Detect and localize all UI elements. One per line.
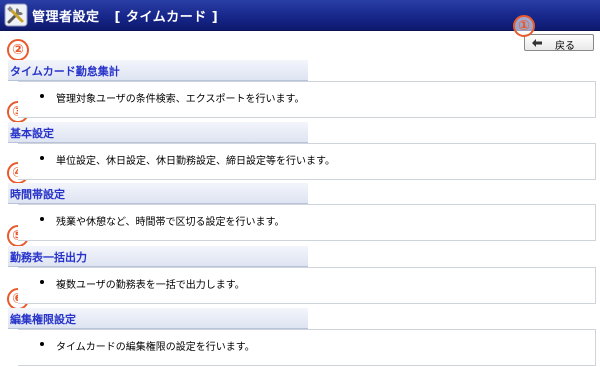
page-title-text: 管理者設定	[32, 10, 100, 25]
header-bar: 管理者設定 [ タイムカード ]	[0, 0, 600, 31]
bullet-icon	[40, 94, 44, 98]
section-description: 複数ユーザの勤務表を一括で出力します。	[56, 280, 245, 291]
annotation-2: ②	[7, 39, 29, 61]
section-body-bulk-output: 複数ユーザの勤務表を一括で出力します。	[18, 267, 596, 304]
back-button-label: 戻る	[555, 41, 575, 52]
bullet-icon	[40, 280, 44, 284]
link-edit-permissions[interactable]: 編集権限設定	[10, 311, 76, 327]
section-description: タイムカードの編集権限の設定を行います。	[56, 342, 255, 353]
section-body-basic-settings: 単位設定、休日設定、休日勤務設定、締日設定等を行います。	[18, 143, 596, 180]
section-header-basic-settings: 基本設定	[8, 122, 308, 143]
bullet-icon	[40, 156, 44, 160]
section-description: 単位設定、休日設定、休日勤務設定、締日設定等を行います。	[56, 156, 335, 167]
bullet-icon	[40, 342, 44, 346]
back-button[interactable]: 戻る	[524, 34, 594, 52]
section-header-edit-permissions: 編集権限設定	[8, 308, 308, 329]
section-header-time-slot-settings: 時間帯設定	[8, 183, 308, 204]
page-title: 管理者設定 [ タイムカード ]	[32, 6, 218, 25]
section-header-attendance-summary: タイムカード勤怠集計	[8, 60, 308, 81]
annotation-1: ①	[513, 15, 535, 37]
link-basic-settings[interactable]: 基本設定	[10, 125, 54, 141]
link-attendance-summary[interactable]: タイムカード勤怠集計	[10, 63, 120, 79]
page-subtitle: [ タイムカード ]	[114, 10, 219, 25]
link-time-slot-settings[interactable]: 時間帯設定	[10, 186, 65, 202]
back-arrow-icon	[532, 39, 542, 47]
section-description: 管理対象ユーザの条件検索、エクスポートを行います。	[56, 94, 305, 105]
link-bulk-output[interactable]: 勤務表一括出力	[10, 249, 87, 265]
section-description: 残業や休憩など、時間帯で区切る設定を行います。	[56, 217, 285, 228]
section-body-edit-permissions: タイムカードの編集権限の設定を行います。	[18, 329, 596, 366]
section-header-bulk-output: 勤務表一括出力	[8, 246, 308, 267]
section-body-attendance-summary: 管理対象ユーザの条件検索、エクスポートを行います。	[18, 81, 596, 118]
section-body-time-slot-settings: 残業や休憩など、時間帯で区切る設定を行います。	[18, 204, 596, 241]
bullet-icon	[40, 217, 44, 221]
tools-icon	[4, 3, 28, 27]
